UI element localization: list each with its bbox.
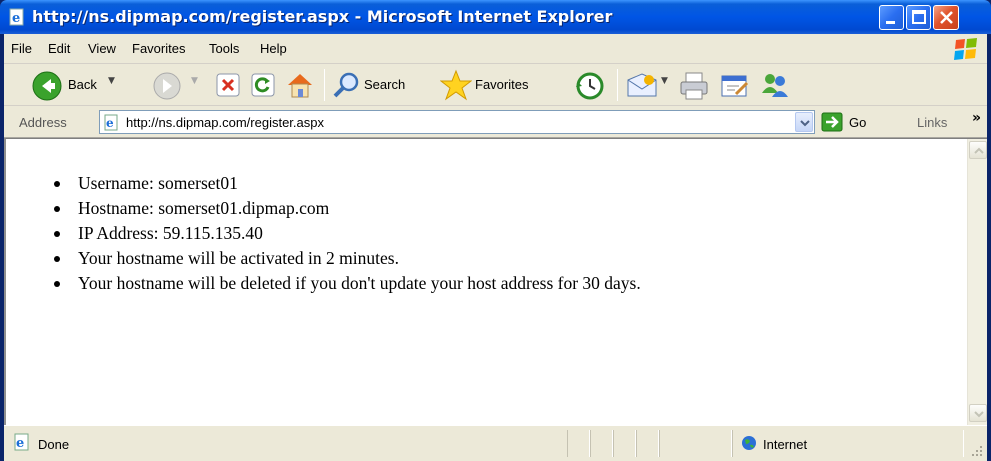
menu-tools[interactable]: Tools (209, 41, 239, 56)
status-cell (567, 430, 590, 457)
mail-icon[interactable] (625, 72, 659, 100)
address-label: Address (19, 115, 67, 130)
internet-globe-icon (742, 436, 756, 450)
address-bar: Address e http://ns.dipmap.com/register.… (4, 106, 987, 138)
window-title: http://ns.dipmap.com/register.aspx - Mic… (32, 7, 613, 26)
svg-text:e: e (12, 11, 20, 26)
page-done-icon: e (14, 433, 29, 451)
menu-view[interactable]: View (88, 41, 116, 56)
back-label: Back (68, 77, 97, 92)
forward-dropdown-icon[interactable]: ▼ (191, 76, 198, 86)
chevron-down-icon (800, 120, 810, 127)
windows-flag-icon (954, 38, 977, 60)
menu-help[interactable]: Help (260, 41, 287, 56)
minimize-button[interactable] (879, 5, 904, 30)
ie-page-icon: e (9, 8, 24, 26)
search-label[interactable]: Search (364, 77, 405, 92)
vertical-scrollbar[interactable] (967, 139, 987, 425)
scroll-down-button[interactable] (969, 404, 987, 422)
status-cell (590, 430, 613, 457)
list-item-username: Username: somerset01 (54, 171, 641, 196)
toolbar-separator (324, 69, 325, 101)
close-icon (940, 11, 953, 24)
history-icon[interactable] (574, 70, 606, 102)
scroll-up-button[interactable] (969, 141, 987, 159)
ie-window: e http://ns.dipmap.com/register.aspx - M… (0, 0, 991, 461)
print-icon[interactable] (678, 70, 710, 102)
refresh-icon[interactable] (251, 73, 275, 97)
menu-bar: File Edit View Favorites Tools Help (4, 34, 987, 64)
home-icon[interactable] (284, 69, 316, 101)
list-item-ip-address: IP Address: 59.115.135.40 (54, 221, 641, 246)
go-arrow-icon[interactable] (821, 112, 843, 132)
go-button[interactable]: Go (849, 115, 866, 130)
svg-text:e: e (106, 116, 114, 130)
status-cell (613, 430, 636, 457)
address-dropdown-button[interactable] (795, 112, 813, 132)
chevron-down-icon (974, 411, 984, 418)
security-zone-text: Internet (763, 437, 808, 452)
minimize-icon (886, 21, 895, 24)
status-bar: e Done Internet (4, 425, 987, 461)
registration-info-list: Username: somerset01 Hostname: somerset0… (54, 171, 641, 296)
maximize-icon (912, 10, 926, 24)
address-input[interactable]: e http://ns.dipmap.com/register.aspx (99, 110, 815, 134)
status-cell (659, 430, 732, 457)
messenger-icon[interactable] (758, 69, 792, 101)
menu-file[interactable]: File (11, 41, 32, 56)
back-arrow-icon (32, 71, 62, 101)
status-cell (636, 430, 659, 457)
mail-dropdown-icon[interactable]: ▼ (661, 76, 668, 86)
chevron-up-icon (974, 147, 984, 154)
favorites-star-icon[interactable] (440, 69, 472, 101)
title-bar[interactable]: e http://ns.dipmap.com/register.aspx - M… (0, 0, 991, 34)
toolbar: Back ▼ ▼ Search Favorites ▼ (4, 64, 987, 106)
links-chevron-icon[interactable]: » (972, 110, 981, 126)
stop-icon[interactable] (216, 73, 240, 97)
links-label[interactable]: Links (917, 115, 947, 130)
back-dropdown-icon[interactable]: ▼ (108, 76, 115, 86)
forward-arrow-icon[interactable] (152, 71, 182, 101)
maximize-button[interactable] (906, 5, 931, 30)
page-icon: e (104, 114, 118, 131)
menu-favorites[interactable]: Favorites (132, 41, 185, 56)
resize-grip-icon[interactable] (971, 445, 983, 457)
list-item-hostname: Hostname: somerset01.dipmap.com (54, 196, 641, 221)
menu-edit[interactable]: Edit (48, 41, 70, 56)
edit-icon[interactable] (719, 72, 751, 100)
address-url[interactable]: http://ns.dipmap.com/register.aspx (126, 115, 324, 130)
svg-text:e: e (16, 436, 24, 451)
toolbar-separator (617, 69, 618, 101)
list-item-activation: Your hostname will be activated in 2 min… (54, 246, 641, 271)
page-content: Username: somerset01 Hostname: somerset0… (4, 138, 987, 425)
close-button[interactable] (933, 5, 959, 30)
status-text: Done (38, 437, 70, 452)
search-icon[interactable] (331, 70, 361, 100)
list-item-deletion: Your hostname will be deleted if you don… (54, 271, 641, 296)
favorites-label[interactable]: Favorites (475, 77, 528, 92)
